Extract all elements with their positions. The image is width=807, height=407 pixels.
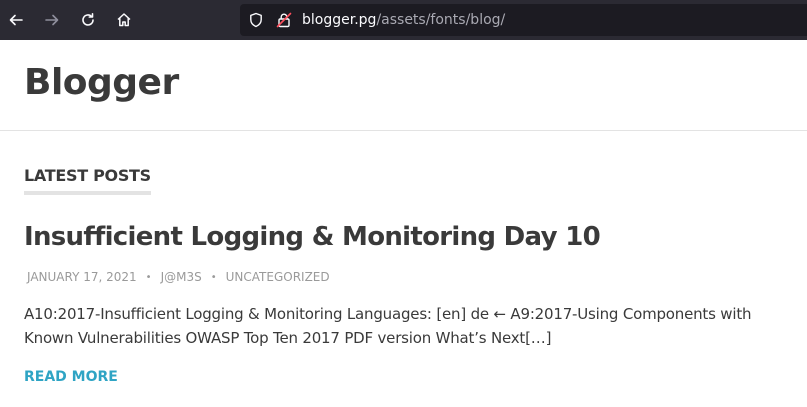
url-host: blogger.pg — [302, 12, 377, 28]
post-title[interactable]: Insufficient Logging & Monitoring Day 10 — [24, 222, 601, 252]
site-title[interactable]: Blogger — [24, 62, 179, 103]
browser-toolbar: blogger.pg/assets/fonts/blog/ — [0, 0, 807, 40]
reload-icon — [82, 13, 94, 26]
post-category[interactable]: UNCATEGORIZED — [226, 270, 330, 284]
arrow-left-icon — [9, 14, 23, 26]
address-bar[interactable]: blogger.pg/assets/fonts/blog/ — [240, 4, 807, 36]
url-text[interactable]: blogger.pg/assets/fonts/blog/ — [302, 4, 505, 36]
reload-button[interactable] — [76, 8, 100, 32]
read-more-link[interactable]: READ MORE — [24, 369, 118, 385]
url-path: /assets/fonts/blog/ — [376, 12, 506, 28]
site-header: Blogger — [0, 40, 807, 131]
post-meta: JANUARY 17, 2021 • J@M3S • UNCATEGORIZED — [27, 268, 330, 286]
meta-separator: • — [145, 271, 152, 283]
shield-icon[interactable] — [248, 12, 264, 28]
meta-separator: • — [210, 271, 217, 283]
latest-posts-heading: LATEST POSTS — [24, 166, 151, 195]
arrow-right-icon — [45, 14, 59, 26]
post-excerpt: A10:2017-Insufficient Logging & Monitori… — [24, 305, 752, 347]
forward-button[interactable] — [40, 8, 64, 32]
post-author[interactable]: J@M3S — [161, 270, 202, 284]
post-date[interactable]: JANUARY 17, 2021 — [27, 270, 137, 284]
home-icon — [117, 13, 131, 27]
insecure-lock-icon[interactable] — [276, 12, 292, 28]
home-button[interactable] — [112, 8, 136, 32]
back-button[interactable] — [4, 8, 28, 32]
